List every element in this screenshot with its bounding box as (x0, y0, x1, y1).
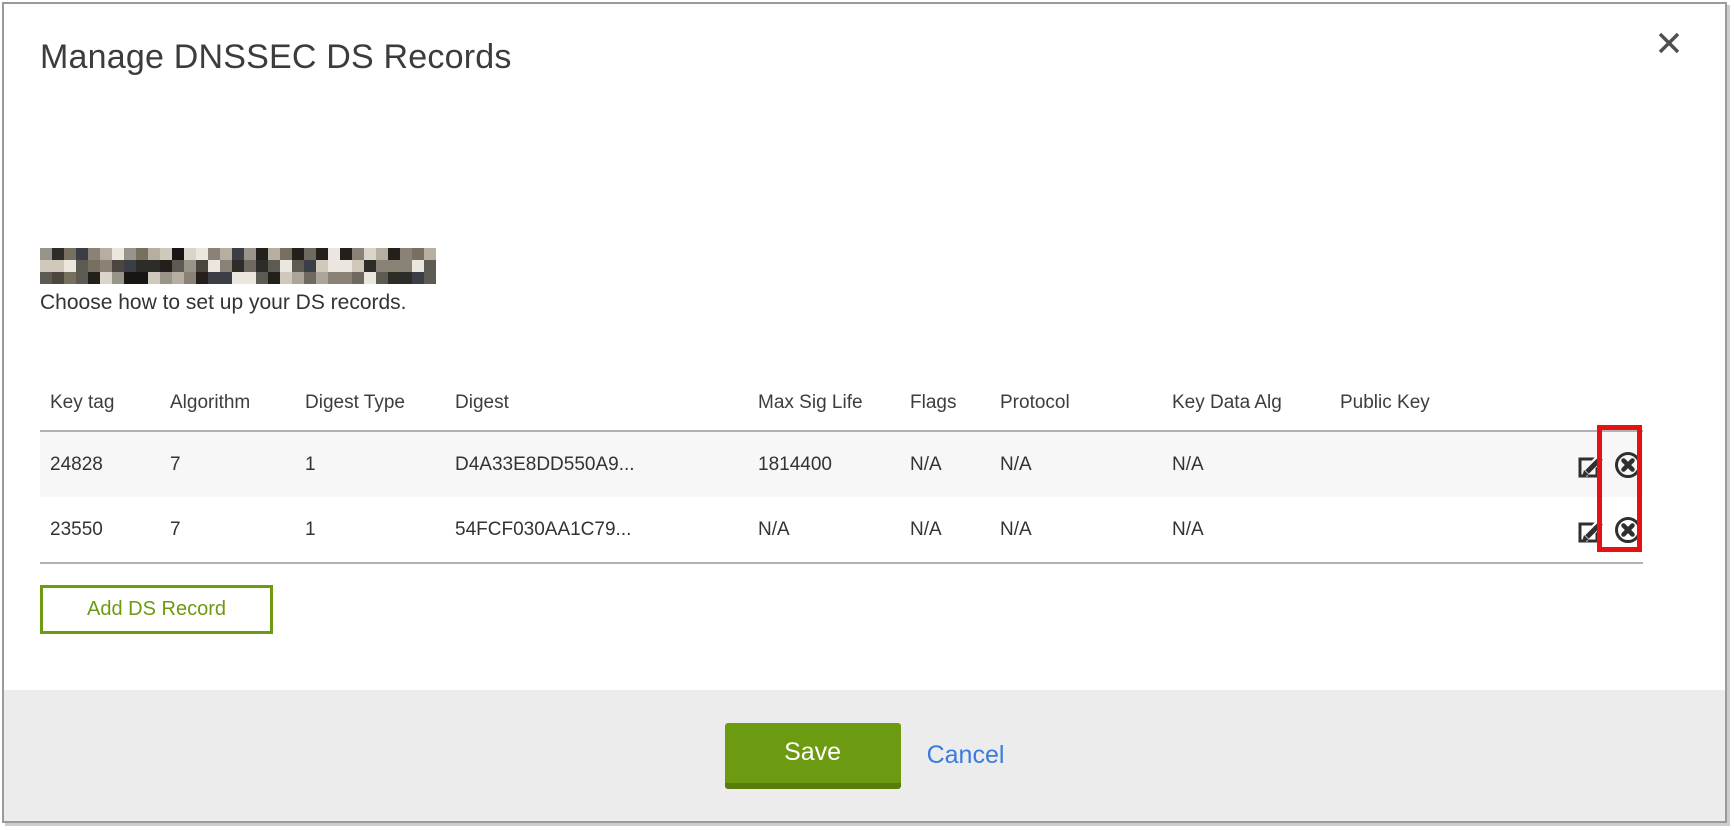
cell-algorithm: 7 (160, 431, 295, 497)
table-row: 23550 7 1 54FCF030AA1C79... N/A N/A N/A … (40, 497, 1643, 563)
cell-key-data-alg: N/A (1162, 431, 1330, 497)
column-header-flags: Flags (900, 332, 990, 431)
instruction-text: Choose how to set up your DS records. (40, 289, 1725, 317)
cell-digest-type: 1 (295, 497, 445, 563)
column-header-max-sig-life: Max Sig Life (748, 332, 900, 431)
column-header-protocol: Protocol (990, 332, 1162, 431)
manage-dnssec-modal: Manage DNSSEC DS Records Choose how to s… (2, 2, 1727, 823)
cell-flags: N/A (900, 431, 990, 497)
cell-key-tag: 24828 (40, 431, 160, 497)
close-icon (1656, 44, 1682, 59)
table-row: 24828 7 1 D4A33E8DD550A9... 1814400 N/A … (40, 431, 1643, 497)
column-header-key-data-alg: Key Data Alg (1162, 332, 1330, 431)
cell-max-sig-life: 1814400 (748, 431, 900, 497)
delete-record-button[interactable] (1613, 450, 1643, 480)
column-header-actions (1559, 332, 1643, 431)
column-header-digest-type: Digest Type (295, 332, 445, 431)
close-button[interactable] (1655, 30, 1683, 58)
cell-digest-type: 1 (295, 431, 445, 497)
add-ds-record-button[interactable]: Add DS Record (40, 585, 273, 634)
cell-protocol: N/A (990, 497, 1162, 563)
cell-algorithm: 7 (160, 497, 295, 563)
cancel-link[interactable]: Cancel (927, 741, 1005, 770)
cell-public-key (1330, 431, 1559, 497)
cell-digest: 54FCF030AA1C79... (445, 497, 748, 563)
column-header-algorithm: Algorithm (160, 332, 295, 431)
edit-record-button[interactable] (1576, 450, 1606, 480)
column-header-key-tag: Key tag (40, 332, 160, 431)
cell-key-tag: 23550 (40, 497, 160, 563)
edit-record-button[interactable] (1576, 515, 1606, 545)
cell-digest: D4A33E8DD550A9... (445, 431, 748, 497)
redacted-domain-name (40, 248, 436, 284)
cell-flags: N/A (900, 497, 990, 563)
column-header-digest: Digest (445, 332, 748, 431)
cell-protocol: N/A (990, 431, 1162, 497)
cell-max-sig-life: N/A (748, 497, 900, 563)
save-button[interactable]: Save (725, 723, 901, 789)
cell-public-key (1330, 497, 1559, 563)
edit-icon (1576, 468, 1606, 483)
column-header-public-key: Public Key (1330, 332, 1559, 431)
delete-icon (1613, 533, 1643, 548)
edit-icon (1576, 533, 1606, 548)
ds-records-table: Key tag Algorithm Digest Type Digest Max… (40, 332, 1643, 564)
modal-footer: Save Cancel (4, 690, 1725, 821)
delete-record-button[interactable] (1613, 515, 1643, 545)
page-title: Manage DNSSEC DS Records (40, 34, 1725, 80)
table-header-row: Key tag Algorithm Digest Type Digest Max… (40, 332, 1643, 431)
delete-icon (1613, 468, 1643, 483)
cell-key-data-alg: N/A (1162, 497, 1330, 563)
